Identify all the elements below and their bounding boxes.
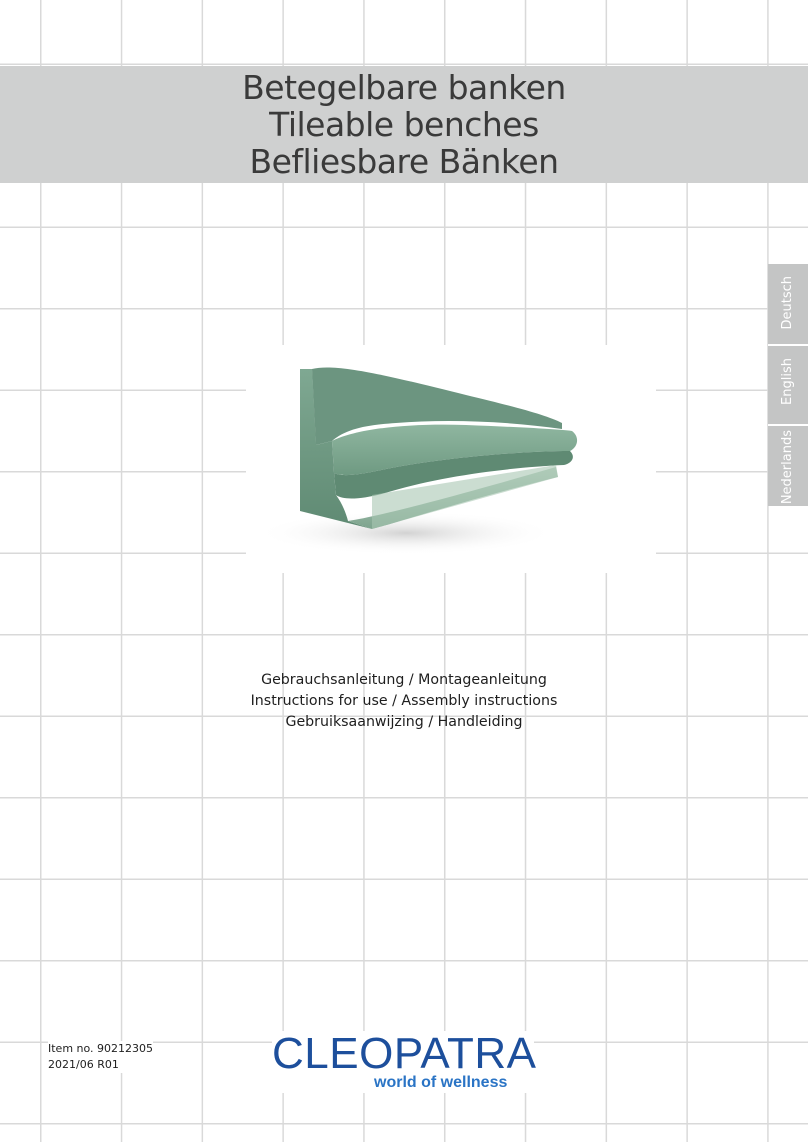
language-tab: Deutsch English Nederlands: [768, 264, 808, 506]
language-deutsch: Deutsch: [780, 276, 795, 330]
logo-brand: CLEOPATRA: [272, 1029, 537, 1078]
language-divider: [768, 424, 808, 426]
language-english: English: [780, 358, 795, 405]
language-nederlands: Nederlands: [780, 430, 795, 505]
subtitle-english: Instructions for use / Assembly instruct…: [250, 693, 558, 709]
title-band: Betegelbare banken Tileable benches Befl…: [0, 66, 808, 183]
bench-illustration: [256, 367, 578, 555]
instruction-subtitles: Gebrauchsanleitung / Montageanleitung In…: [0, 670, 808, 733]
item-number: Item no. 90212305: [48, 1042, 154, 1055]
title-english: Tileable benches: [269, 105, 539, 144]
logo-tagline: world of wellness: [374, 1074, 508, 1091]
item-info: Item no. 90212305 2021/06 R01: [48, 1041, 154, 1073]
language-divider: [768, 344, 808, 346]
bench-product-image: [246, 345, 656, 573]
title-german: Befliesbare Bänken: [249, 142, 559, 181]
cleopatra-logo: CLEOPATRA world of wellness: [272, 1029, 537, 1093]
subtitle-dutch: Gebruiksaanwijzing / Handleiding: [285, 714, 523, 730]
item-revision: 2021/06 R01: [48, 1058, 119, 1071]
title-dutch: Betegelbare banken: [242, 68, 566, 107]
subtitle-german: Gebrauchsanleitung / Montageanleitung: [261, 672, 547, 688]
